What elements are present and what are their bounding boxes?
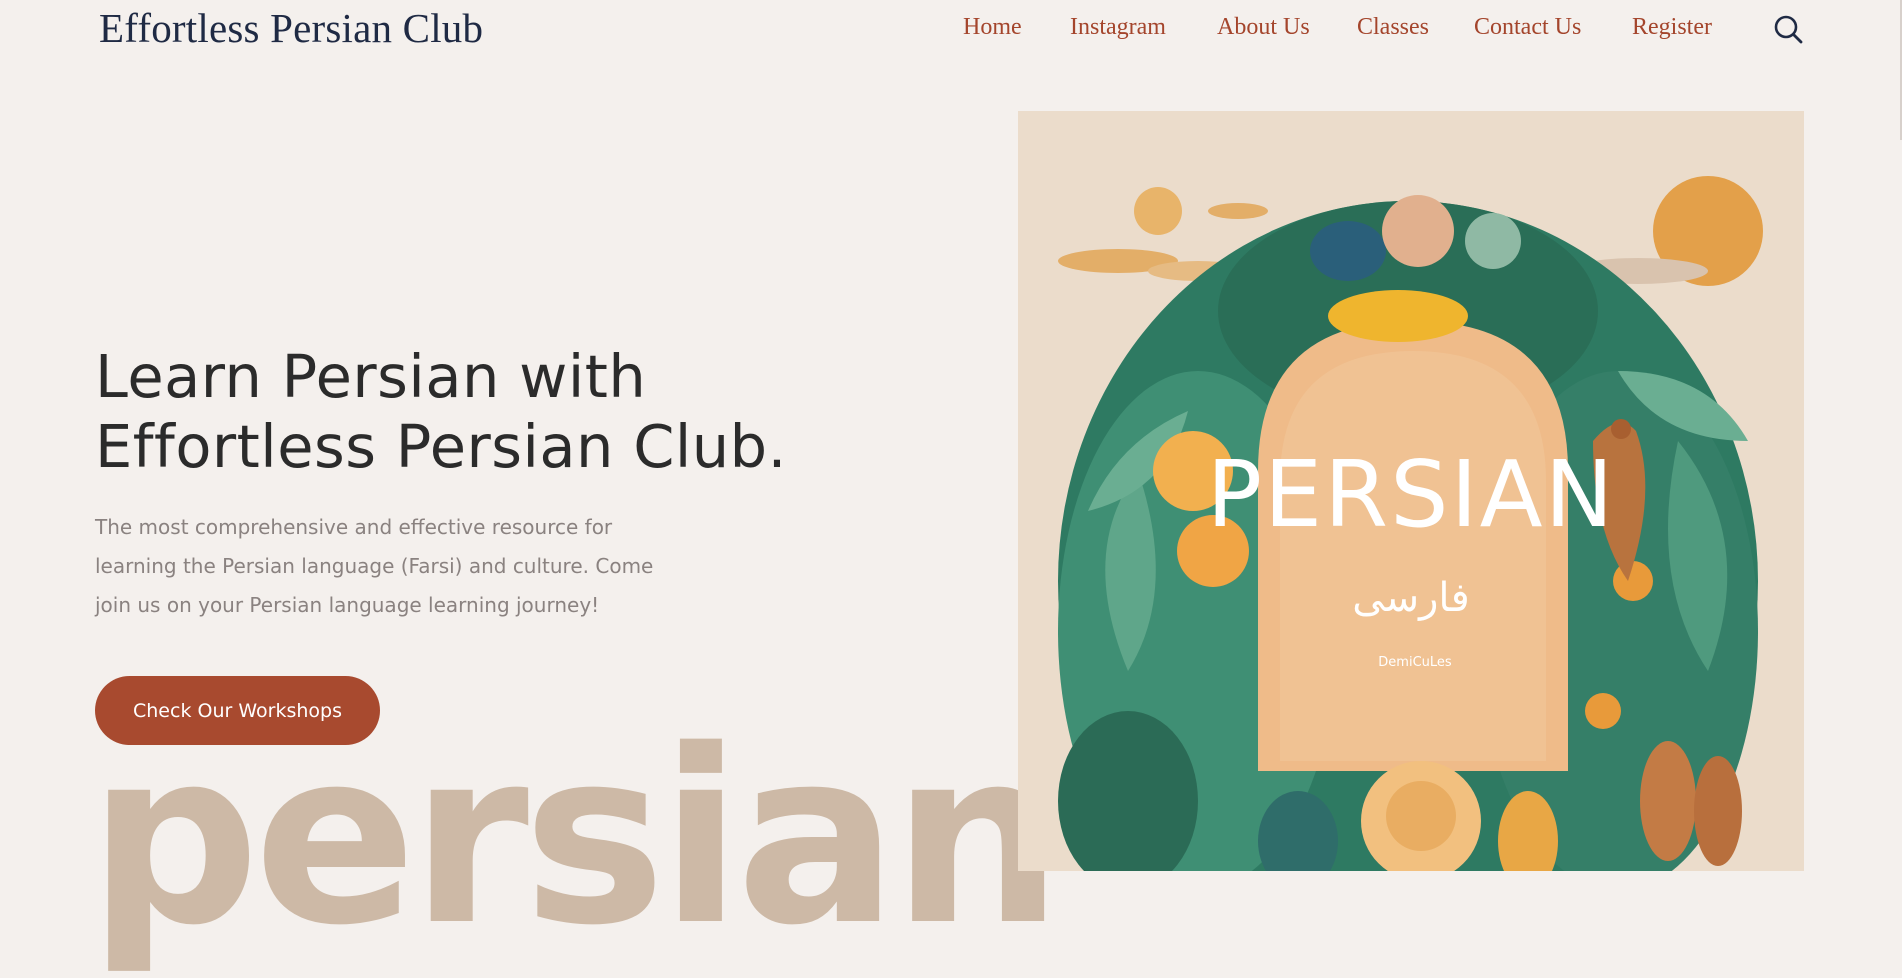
sun-shape (1134, 187, 1182, 235)
nav-register[interactable]: Register (1632, 14, 1712, 41)
nav-about-us[interactable]: About Us (1217, 14, 1310, 41)
poster-script-text: فارسی (1352, 575, 1469, 621)
search-icon[interactable] (1772, 14, 1804, 46)
hero-description: The most comprehensive and effective res… (95, 515, 654, 617)
poster-title: PERSIAN (1207, 441, 1616, 548)
nav-home[interactable]: Home (963, 14, 1022, 41)
nav-contact-us[interactable]: Contact Us (1474, 14, 1581, 41)
nav-instagram[interactable]: Instagram (1070, 14, 1166, 41)
poster-small-text: DemiCuLes (1378, 655, 1452, 670)
nav-classes[interactable]: Classes (1357, 14, 1429, 41)
hero-heading: Learn Persian with Effortless Persian Cl… (95, 342, 787, 482)
hero-heading-line-2: Effortless Persian Club. (95, 412, 787, 481)
site-title[interactable]: Effortless Persian Club (99, 4, 483, 52)
decorative-big-word: persian (88, 698, 1063, 978)
hero-heading-line-1: Learn Persian with (95, 342, 647, 411)
hero-poster-image: PERSIAN فارسی DemiCuLes (1018, 111, 1804, 871)
poster-illustration: PERSIAN فارسی DemiCuLes (1018, 111, 1804, 871)
